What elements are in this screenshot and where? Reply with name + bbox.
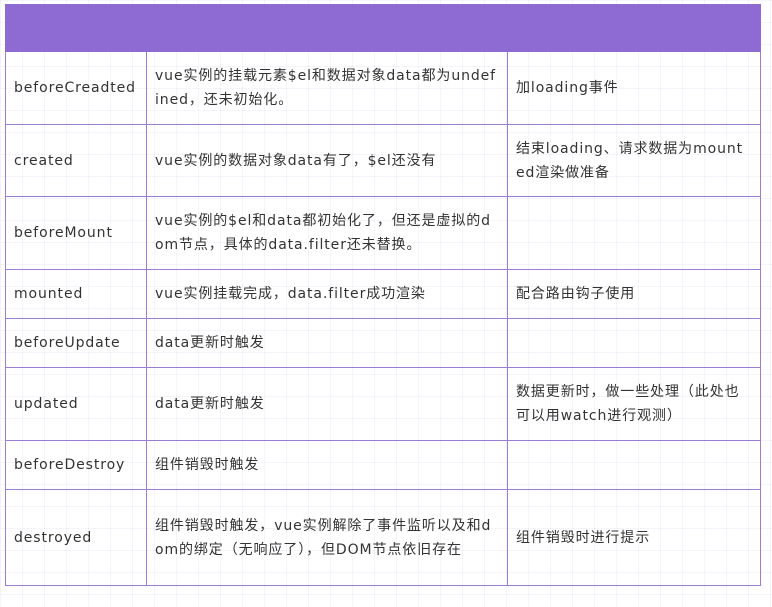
description-cell: vue实例的数据对象data有了，$el还没有: [146, 124, 508, 197]
lifecycle-table: beforeCreadted vue实例的挂载元素$el和数据对象data都为u…: [5, 4, 761, 586]
table-row: beforeUpdate data更新时触发: [5, 318, 761, 368]
usage-cell: [507, 440, 761, 490]
description-cell: vue实例挂载完成，data.filter成功渲染: [146, 269, 508, 319]
usage-cell: 配合路由钩子使用: [507, 269, 761, 319]
table-row: updated data更新时触发 数据更新时，做一些处理（此处也可以用watc…: [5, 367, 761, 441]
table-row: created vue实例的数据对象data有了，$el还没有 结束loadin…: [5, 124, 761, 197]
table-row: beforeMount vue实例的$el和data都初始化了，但还是虚拟的do…: [5, 196, 761, 270]
header-cell-hook: [5, 4, 147, 52]
usage-cell: 数据更新时，做一些处理（此处也可以用watch进行观测）: [507, 367, 761, 441]
table-row: beforeDestroy 组件销毁时触发: [5, 440, 761, 490]
description-cell: vue实例的$el和data都初始化了，但还是虚拟的dom节点，具体的data.…: [146, 196, 508, 270]
description-cell: data更新时触发: [146, 367, 508, 441]
description-cell: 组件销毁时触发: [146, 440, 508, 490]
table-row: destroyed 组件销毁时触发，vue实例解除了事件监听以及和dom的绑定（…: [5, 489, 761, 586]
usage-cell: 组件销毁时进行提示: [507, 489, 761, 586]
hook-name-cell: updated: [5, 367, 147, 441]
hook-name-cell: beforeMount: [5, 196, 147, 270]
description-cell: data更新时触发: [146, 318, 508, 368]
usage-cell: 结束loading、请求数据为mounted渲染做准备: [507, 124, 761, 197]
lifecycle-table-container: beforeCreadted vue实例的挂载元素$el和数据对象data都为u…: [5, 4, 761, 586]
hook-name-cell: beforeDestroy: [5, 440, 147, 490]
hook-name-cell: created: [5, 124, 147, 197]
header-cell-usage: [507, 4, 761, 52]
description-cell: 组件销毁时触发，vue实例解除了事件监听以及和dom的绑定（无响应了），但DOM…: [146, 489, 508, 586]
usage-cell: [507, 196, 761, 270]
table-row: beforeCreadted vue实例的挂载元素$el和数据对象data都为u…: [5, 51, 761, 125]
hook-name-cell: beforeCreadted: [5, 51, 147, 125]
header-cell-description: [146, 4, 508, 52]
hook-name-cell: beforeUpdate: [5, 318, 147, 368]
hook-name-cell: mounted: [5, 269, 147, 319]
usage-cell: 加loading事件: [507, 51, 761, 125]
description-cell: vue实例的挂载元素$el和数据对象data都为undefined，还未初始化。: [146, 51, 508, 125]
usage-cell: [507, 318, 761, 368]
table-row: mounted vue实例挂载完成，data.filter成功渲染 配合路由钩子…: [5, 269, 761, 319]
hook-name-cell: destroyed: [5, 489, 147, 586]
table-header-row: [5, 4, 761, 52]
